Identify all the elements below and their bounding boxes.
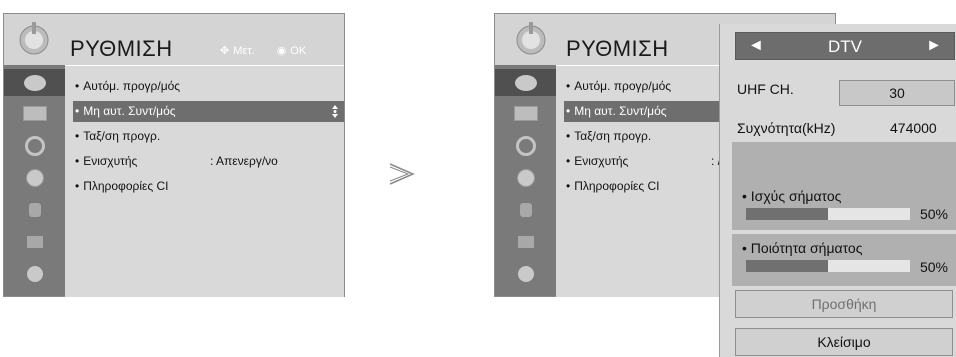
category-sidebar bbox=[495, 65, 556, 296]
option-icon bbox=[26, 235, 43, 248]
lock-icon bbox=[519, 202, 532, 217]
clock-icon bbox=[25, 168, 44, 187]
menu-title: ΡΥΘΜΙΣΗ bbox=[70, 36, 173, 61]
satellite-dish-icon bbox=[514, 74, 537, 91]
menu-item-manual-tuning[interactable]: • Μη αυτ. Συντ/μός bbox=[564, 101, 722, 122]
category-option-button[interactable] bbox=[495, 228, 556, 255]
menu-item-auto-tuning[interactable]: • Αυτόμ. προγρ/μός bbox=[75, 76, 340, 97]
signal-quality-fill bbox=[746, 260, 828, 272]
signal-quality-block: • Ποιότητα σήματος 50% bbox=[732, 234, 956, 286]
category-picture-button[interactable] bbox=[495, 100, 556, 127]
ok-hint-label: OK bbox=[290, 44, 307, 57]
setup-menu-left: ΡΥΘΜΙΣΗ ✥ Μετ. ◉ OK • Αυτόμ. προγρ/μός •… bbox=[3, 13, 345, 297]
scroll-arrows-icon bbox=[332, 105, 338, 118]
category-time-button[interactable] bbox=[495, 164, 556, 191]
category-option-button[interactable] bbox=[4, 228, 65, 255]
menu-item-ci-information[interactable]: • Πληροφορίες CI bbox=[75, 176, 340, 197]
close-button[interactable]: Κλείσιμο bbox=[735, 328, 953, 356]
add-button[interactable]: Προσθήκη bbox=[735, 290, 953, 318]
category-audio-button[interactable] bbox=[495, 132, 556, 159]
booster-value: : Απενεργ/νο bbox=[210, 154, 278, 168]
ok-button-icon: ◉ bbox=[276, 45, 287, 57]
menu-item-programme-edit[interactable]: • Ταξ/ση προγρ. bbox=[566, 126, 726, 147]
category-audio-button[interactable] bbox=[4, 132, 65, 159]
uhf-channel-label: UHF CH. bbox=[737, 81, 794, 97]
audio-icon bbox=[515, 135, 536, 156]
lock-icon bbox=[28, 202, 41, 217]
category-network-button[interactable] bbox=[4, 260, 65, 287]
menu-item-auto-tuning[interactable]: • Αυτόμ. προγρ/μός bbox=[566, 76, 726, 97]
signal-quality-percent: 50% bbox=[919, 259, 948, 275]
satellite-dish-icon bbox=[23, 74, 46, 91]
signal-strength-bar bbox=[746, 208, 910, 220]
frequency-value: 474000 bbox=[890, 120, 937, 136]
category-setup-button[interactable] bbox=[495, 69, 556, 96]
network-icon bbox=[26, 265, 43, 282]
move-hint-label: Μετ. bbox=[233, 44, 255, 57]
category-setup-button[interactable] bbox=[4, 69, 65, 96]
signal-strength-percent: 50% bbox=[919, 206, 948, 222]
audio-icon bbox=[24, 135, 45, 156]
screen-icon bbox=[513, 106, 538, 121]
arrow-right-icon[interactable]: ► bbox=[926, 33, 942, 59]
clock-icon bbox=[516, 168, 535, 187]
navigation-hint: ✥ Μετ. ◉ OK bbox=[220, 44, 307, 58]
manual-tuning-popup: ◄ DTV ► UHF CH. 30 Συχνότητα(kHz) 474000… bbox=[719, 24, 956, 357]
menu-title: ΡΥΘΜΙΣΗ bbox=[566, 36, 669, 61]
category-sidebar bbox=[4, 65, 65, 296]
satellite-dish-icon bbox=[516, 22, 546, 55]
mode-selector[interactable]: ◄ DTV ► bbox=[735, 32, 955, 60]
menu-item-ci-information[interactable]: • Πληροφορίες CI bbox=[566, 176, 726, 197]
menu-item-programme-edit[interactable]: • Ταξ/ση προγρ. bbox=[75, 126, 340, 147]
signal-quality-label: • Ποιότητα σήματος bbox=[742, 240, 863, 256]
menu-item-manual-tuning[interactable]: • Μη αυτ. Συντ/μός bbox=[73, 101, 344, 122]
uhf-channel-input[interactable]: 30 bbox=[839, 80, 955, 106]
menu-item-booster[interactable]: • Ενισχυτής : Απενεργ/νο bbox=[75, 151, 340, 172]
screen-icon bbox=[22, 106, 47, 121]
network-icon bbox=[517, 265, 534, 282]
category-picture-button[interactable] bbox=[4, 100, 65, 127]
satellite-dish-icon bbox=[19, 22, 49, 55]
chevron-right-icon bbox=[389, 163, 415, 185]
move-arrows-icon: ✥ bbox=[220, 45, 230, 57]
signal-strength-label: • Ισχύς σήματος bbox=[742, 188, 842, 204]
menu-item-booster[interactable]: • Ενισχυτής : / bbox=[566, 151, 726, 172]
category-lock-button[interactable] bbox=[4, 196, 65, 223]
signal-strength-fill bbox=[746, 208, 828, 220]
signal-quality-bar bbox=[746, 260, 910, 272]
menu-content: • Αυτόμ. προγρ/μός • Μη αυτ. Συντ/μός • Ταξ… bbox=[65, 65, 344, 297]
category-network-button[interactable] bbox=[495, 260, 556, 287]
category-lock-button[interactable] bbox=[495, 196, 556, 223]
signal-strength-block: • Ισχύς σήματος 50% bbox=[732, 142, 956, 230]
mode-label: DTV bbox=[828, 37, 862, 56]
frequency-label: Συχνότητα(kHz) bbox=[737, 120, 836, 136]
category-time-button[interactable] bbox=[4, 164, 65, 191]
option-icon bbox=[517, 235, 534, 248]
